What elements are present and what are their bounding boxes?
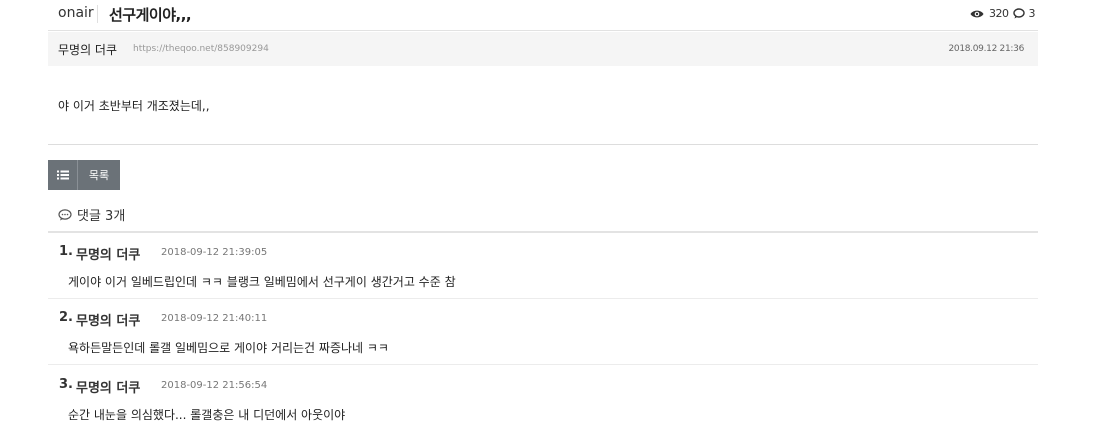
list-icon (48, 160, 78, 190)
comment-item: 1. 무명의 더쿠 2018-09-12 21:39:05 게이야 이거 일베드… (48, 233, 1038, 299)
comments-header: 댓글 3개 (58, 205, 125, 224)
speech-bubble-icon (1012, 8, 1025, 19)
comment-text: 욕하든말든인데 롤갤 일베밈으로 게이야 거리는건 짜증나네 ㅋㅋ (68, 341, 389, 355)
post-content: 야 이거 초반부터 개조졌는데,, (58, 99, 210, 113)
view-count: 320 (989, 7, 1009, 20)
post-date: 2018.09.12 21:36 (948, 44, 1024, 54)
comment-time: 2018-09-12 21:39:05 (161, 247, 268, 258)
category-divider (97, 5, 98, 23)
comment-author[interactable]: 무명의 더쿠 (76, 310, 140, 329)
comment-number: 2. (59, 310, 73, 325)
comment-time: 2018-09-12 21:40:11 (161, 313, 268, 324)
comments-header-label: 댓글 3개 (77, 209, 126, 224)
comment-text: 순간 내눈을 의심했다... 롤갤충은 내 디던에서 아웃이야 (68, 408, 346, 422)
comment-count: 3 (1028, 7, 1036, 20)
page-title: 선구게이야,,, (109, 6, 192, 24)
post-url[interactable]: https://theqoo.net/858909294 (133, 44, 269, 54)
post-title-bar: onair 선구게이야,,, 320 3 (48, 0, 1038, 31)
post-stats: 320 3 (970, 7, 1035, 20)
comment-item: 3. 무명의 더쿠 2018-09-12 21:56:54 순간 내눈을 의심했… (48, 366, 1038, 430)
comment-number: 3. (59, 377, 73, 392)
speech-bubble-icon (58, 208, 72, 220)
comment-number: 1. (59, 244, 73, 259)
category-label[interactable]: onair (58, 5, 94, 21)
post-author[interactable]: 무명의 더쿠 (58, 41, 117, 58)
post-meta-bar: 무명의 더쿠 https://theqoo.net/858909294 2018… (48, 32, 1038, 66)
comment-text: 게이야 이거 일베드립인데 ㅋㅋ 블랭크 일베밈에서 선구게이 생간거고 수준 … (68, 275, 456, 289)
comment-item: 2. 무명의 더쿠 2018-09-12 21:40:11 욕하든말든인데 롤갤… (48, 299, 1038, 365)
list-button[interactable]: 목록 (48, 160, 120, 190)
list-button-label: 목록 (88, 169, 110, 182)
comment-author[interactable]: 무명의 더쿠 (76, 244, 140, 263)
comment-time: 2018-09-12 21:56:54 (161, 380, 268, 391)
comment-author[interactable]: 무명의 더쿠 (76, 377, 140, 396)
eye-icon (970, 10, 984, 17)
content-divider (48, 144, 1038, 145)
